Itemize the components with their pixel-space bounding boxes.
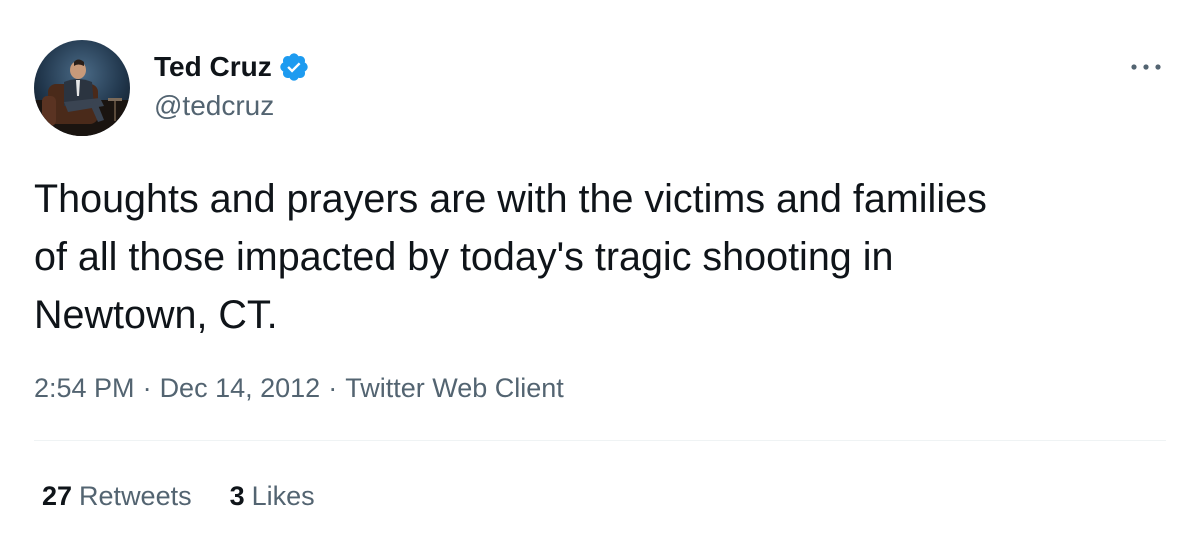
meta-separator: · bbox=[328, 373, 338, 403]
profile-photo-icon bbox=[34, 40, 130, 136]
likes-stat[interactable]: 3 Likes bbox=[230, 478, 315, 514]
tweet-text: Thoughts and prayers are with the victim… bbox=[34, 177, 987, 337]
user-name-row: Ted Cruz bbox=[154, 50, 310, 84]
tweet-metadata: 2:54 PM · Dec 14, 2012 · Twitter Web Cli… bbox=[34, 370, 564, 406]
meta-separator: · bbox=[142, 373, 152, 403]
engagement-stats: 27 Retweets 3 Likes bbox=[42, 478, 315, 514]
retweets-label: Retweets bbox=[79, 481, 192, 511]
retweets-count: 27 bbox=[42, 481, 73, 511]
more-horizontal-icon bbox=[1131, 64, 1161, 70]
more-options-button[interactable] bbox=[1124, 52, 1168, 82]
tweet-card: Ted Cruz @tedcruz Thoughts and prayers a… bbox=[0, 0, 1200, 546]
tweet-time[interactable]: 2:54 PM bbox=[34, 370, 135, 406]
divider bbox=[34, 440, 1166, 441]
user-handle[interactable]: @tedcruz bbox=[154, 90, 274, 122]
avatar[interactable] bbox=[34, 40, 130, 136]
verified-badge-icon bbox=[278, 51, 310, 83]
retweets-stat[interactable]: 27 Retweets bbox=[42, 478, 192, 514]
tweet-source[interactable]: Twitter Web Client bbox=[345, 370, 564, 406]
tweet-date[interactable]: Dec 14, 2012 bbox=[160, 370, 321, 406]
display-name[interactable]: Ted Cruz bbox=[154, 51, 272, 83]
likes-label: Likes bbox=[251, 481, 315, 511]
likes-count: 3 bbox=[229, 481, 245, 511]
